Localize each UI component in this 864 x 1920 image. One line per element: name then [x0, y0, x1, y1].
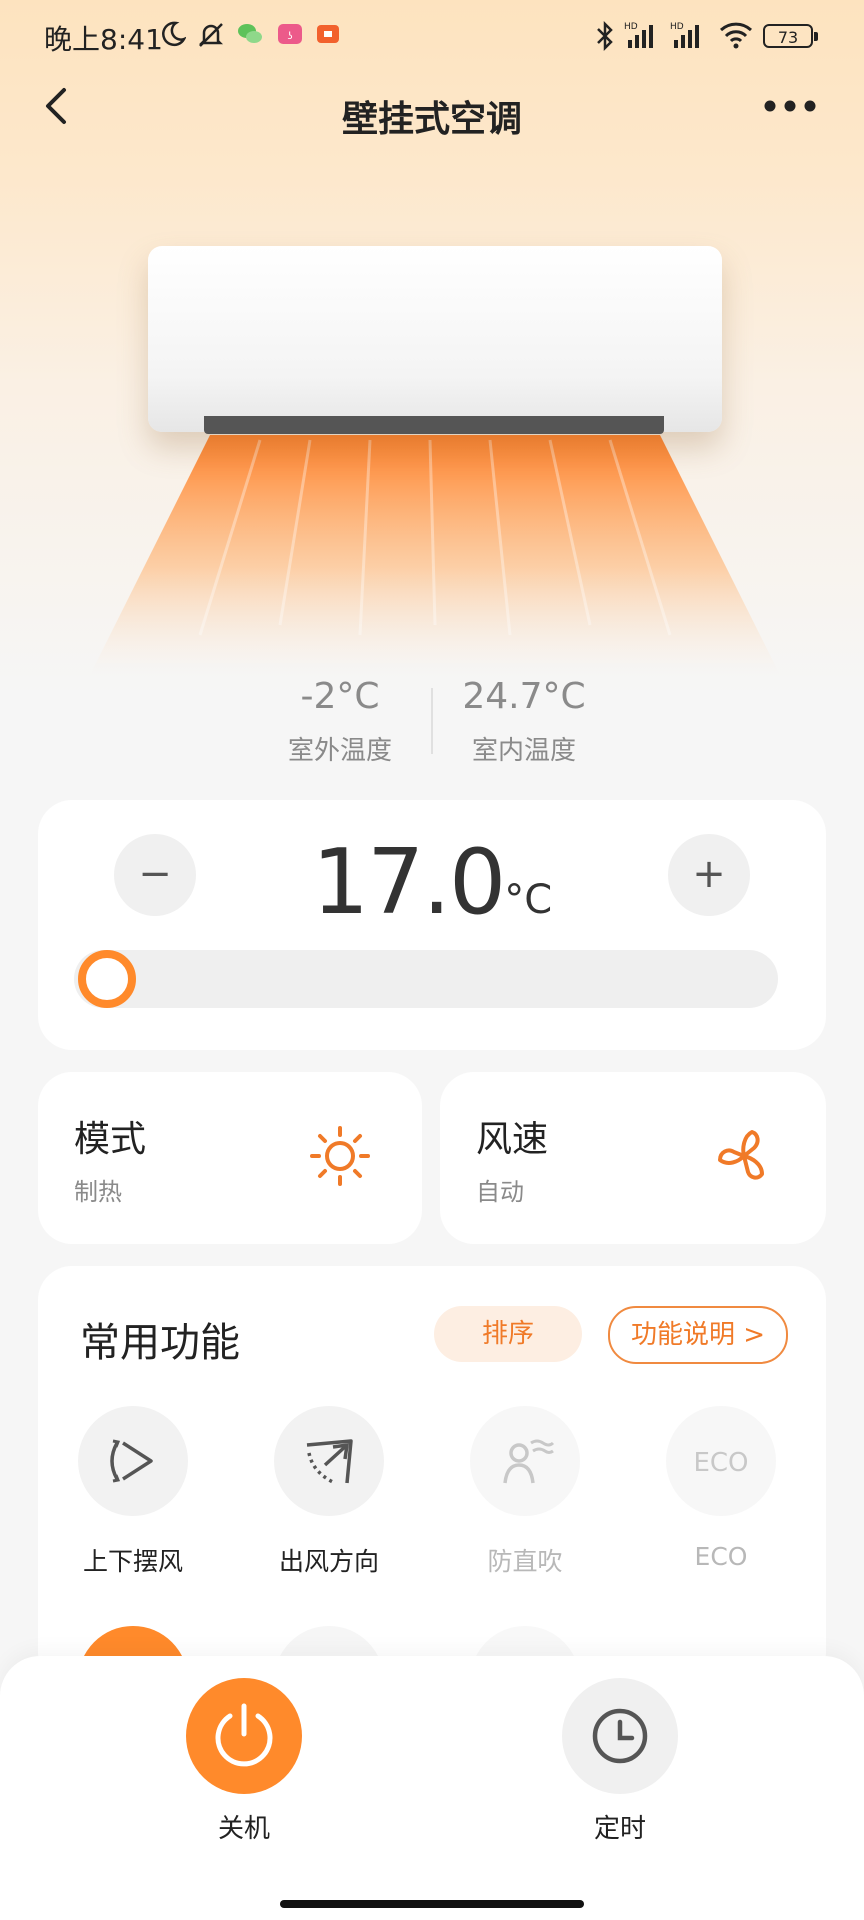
warm-airflow-graphic: [90, 435, 780, 675]
mode-card[interactable]: 模式 制热: [38, 1072, 422, 1244]
function-help-button[interactable]: 功能说明 >: [608, 1306, 788, 1364]
increase-temperature-button[interactable]: +: [668, 834, 750, 916]
app-icon: ʖ: [278, 24, 302, 44]
timer-button[interactable]: [562, 1678, 678, 1794]
home-indicator[interactable]: [280, 1900, 584, 1908]
ac-vent: [204, 416, 664, 434]
air-direction-button[interactable]: [274, 1406, 384, 1516]
indoor-temperature-value: 24.7°C: [462, 676, 586, 717]
svg-text:ECO: ECO: [693, 1448, 748, 1478]
anti-direct-blow-icon: [503, 1439, 555, 1484]
temperature-slider-thumb[interactable]: [78, 950, 136, 1008]
set-temperature-value: 17.0: [311, 830, 506, 935]
air-conditioner-illustration: [90, 240, 780, 675]
temperature-control-card: − 17.0°C +: [38, 800, 826, 1050]
eco-label: ECO: [694, 1542, 748, 1571]
set-temperature-unit: °C: [504, 877, 553, 923]
power-icon: [215, 1703, 273, 1767]
more-options-button[interactable]: [760, 92, 820, 120]
moon-icon: [162, 21, 186, 47]
function-air-direction[interactable]: 出风方向: [234, 1406, 424, 1596]
mode-title: 模式: [74, 1119, 147, 1160]
svg-text:HD: HD: [670, 22, 684, 32]
air-direction-label: 出风方向: [278, 1547, 379, 1576]
function-eco[interactable]: ECO ECO: [626, 1406, 816, 1596]
signal-hd-icon: HD: [670, 22, 699, 48]
indoor-temperature-label: 室内温度: [471, 736, 576, 766]
mute-bell-icon: [198, 23, 224, 47]
status-bar: 晚上8:41 ʖ HD HD 73: [0, 0, 864, 72]
temperature-slider[interactable]: [74, 950, 778, 1008]
power-button[interactable]: [186, 1678, 302, 1794]
bottom-action-bar: 关机 定时: [0, 1656, 864, 1920]
common-functions-card: 常用功能 排序 功能说明 > 上下摆风 出风方向 防直吹 ECO ECO: [38, 1266, 826, 1736]
wechat-icon: [238, 24, 262, 43]
outdoor-temperature-value: -2°C: [300, 676, 380, 717]
outdoor-temperature-label: 室外温度: [287, 736, 392, 766]
svg-text:HD: HD: [624, 22, 638, 32]
signal-hd-icon: HD: [624, 22, 653, 48]
swing-icon: [110, 1439, 153, 1483]
ac-unit-body: [148, 246, 722, 432]
timer-label: 定时: [593, 1814, 646, 1844]
eco-button[interactable]: ECO: [666, 1406, 776, 1516]
clock-icon: [592, 1708, 648, 1764]
swing-label: 上下摆风: [82, 1547, 183, 1576]
video-app-icon: [317, 25, 339, 43]
mode-value: 制热: [74, 1178, 122, 1206]
air-direction-icon: [306, 1439, 353, 1485]
battery-indicator: 73: [763, 24, 818, 48]
wifi-icon: [719, 22, 753, 49]
svg-text:ʖ: ʖ: [287, 31, 292, 42]
power-label: 关机: [217, 1814, 270, 1844]
fan-speed-title: 风速: [476, 1119, 549, 1160]
eco-icon: ECO: [693, 1448, 748, 1478]
sort-button[interactable]: 排序: [434, 1306, 582, 1362]
common-functions-title: 常用功能: [80, 1320, 240, 1366]
fan-speed-value: 自动: [476, 1178, 524, 1206]
fan-icon: [718, 1130, 764, 1180]
swing-button[interactable]: [78, 1406, 188, 1516]
page-title: 壁挂式空调: [341, 99, 522, 140]
anti-direct-blow-button[interactable]: [470, 1406, 580, 1516]
anti-direct-blow-label: 防直吹: [487, 1547, 563, 1576]
function-swing[interactable]: 上下摆风: [38, 1406, 228, 1596]
function-anti-direct-blow[interactable]: 防直吹: [430, 1406, 620, 1596]
sun-icon: [310, 1126, 370, 1186]
status-time: 晚上8:41: [44, 23, 163, 56]
fan-speed-card[interactable]: 风速 自动: [440, 1072, 826, 1244]
bluetooth-icon: [597, 20, 613, 52]
